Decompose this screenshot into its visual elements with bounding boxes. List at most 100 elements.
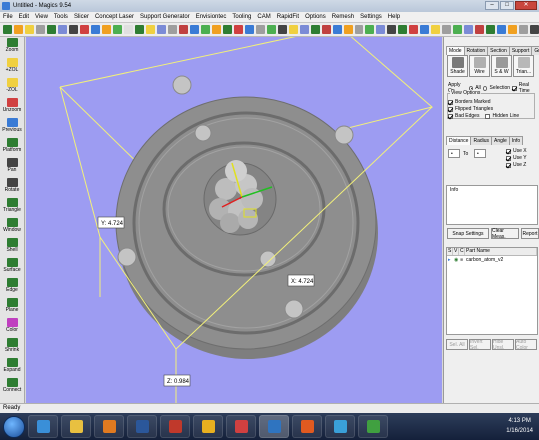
hidden-line-checkbox[interactable]: [485, 113, 491, 119]
taskbar-app-button[interactable]: [325, 415, 355, 438]
toolbar-button-icon[interactable]: [442, 25, 452, 34]
tool-triangle-button[interactable]: Triangle: [0, 197, 24, 217]
toolbar-button-icon[interactable]: [123, 25, 133, 34]
toolbar-button-icon[interactable]: [486, 25, 496, 34]
toolbar-button-icon[interactable]: [90, 25, 100, 34]
mode-s-w-button[interactable]: S & W: [491, 55, 512, 77]
bad-edges-checkbox[interactable]: [448, 113, 453, 119]
maximize-button[interactable]: □: [500, 1, 514, 10]
toolbar-button-icon[interactable]: [508, 25, 518, 34]
start-button[interactable]: [3, 415, 25, 438]
tab-info[interactable]: Info: [508, 136, 524, 145]
tab-rotation[interactable]: Rotation: [463, 46, 489, 55]
tool-previous-button[interactable]: Previous: [0, 117, 24, 137]
real-time-checkbox[interactable]: [512, 85, 517, 91]
toolbar-button-icon[interactable]: [464, 25, 474, 34]
toolbar-button-icon[interactable]: [3, 25, 12, 34]
toolbar-button-icon[interactable]: [332, 25, 342, 34]
toolbar-button-icon[interactable]: [233, 25, 243, 34]
toolbar-button-icon[interactable]: [79, 25, 89, 34]
toolbar-button-icon[interactable]: [343, 25, 353, 34]
use-z-checkbox[interactable]: [506, 162, 511, 168]
menu-file[interactable]: File: [3, 14, 13, 20]
menu-support-generator[interactable]: Support Generator: [140, 14, 190, 20]
toolbar-button-icon[interactable]: [376, 25, 386, 34]
tool-rotate-button[interactable]: Rotate: [0, 177, 24, 197]
menu-slicer[interactable]: Slicer: [74, 14, 89, 20]
tool-window-button[interactable]: Window: [0, 217, 24, 237]
tool-platform-button[interactable]: Platform: [0, 137, 24, 157]
toolbar-button-icon[interactable]: [310, 25, 320, 34]
auto-color-button[interactable]: Auto Color: [515, 339, 537, 351]
menu-edit[interactable]: Edit: [19, 14, 29, 20]
tool-shrink-button[interactable]: Shrink: [0, 337, 24, 357]
system-clock[interactable]: 4:13 PM 1/16/2014: [506, 416, 533, 436]
toolbar-button-icon[interactable]: [57, 25, 67, 34]
tab-support[interactable]: Support: [508, 46, 533, 55]
toolbar-button-icon[interactable]: [530, 25, 539, 34]
menu-remesh[interactable]: Remesh: [332, 14, 354, 20]
electron-sphere-5[interactable]: [259, 250, 277, 268]
menu-cam[interactable]: CAM: [257, 14, 270, 20]
toolbar-button-icon[interactable]: [398, 25, 408, 34]
toolbar-button-icon[interactable]: [519, 25, 529, 34]
from-snap-dropdown[interactable]: •: [448, 149, 460, 158]
tool-color-button[interactable]: Color: [0, 317, 24, 337]
taskbar-ie-button[interactable]: [28, 415, 58, 438]
toolbar-button-icon[interactable]: [46, 25, 56, 34]
tab-section[interactable]: Section: [487, 46, 510, 55]
toolbar-button-icon[interactable]: [200, 25, 210, 34]
toolbar-button-icon[interactable]: [255, 25, 265, 34]
electron-sphere-1[interactable]: [172, 75, 192, 95]
toolbar-button-icon[interactable]: [475, 25, 485, 34]
toolbar-button-icon[interactable]: [156, 25, 166, 34]
menu-help[interactable]: Help: [388, 14, 400, 20]
menu-view[interactable]: View: [35, 14, 48, 20]
menu-settings[interactable]: Settings: [360, 14, 382, 20]
menu-tools[interactable]: Tools: [54, 14, 68, 20]
tool-shell-button[interactable]: Shell: [0, 237, 24, 257]
flipped-triangles-checkbox[interactable]: [448, 106, 453, 112]
toolbar-button-icon[interactable]: [420, 25, 430, 34]
tool-pan-button[interactable]: Pan: [0, 157, 24, 177]
toolbar-button-icon[interactable]: [299, 25, 309, 34]
tool-connect-button[interactable]: Connect: [0, 377, 24, 397]
electron-sphere-4[interactable]: [117, 247, 137, 267]
taskbar-media2-button[interactable]: [292, 415, 322, 438]
toolbar-button-icon[interactable]: [321, 25, 331, 34]
toolbar-button-icon[interactable]: [288, 25, 298, 34]
electron-sphere-6[interactable]: [284, 299, 304, 319]
taskbar-paint-button[interactable]: [226, 415, 256, 438]
menu-options[interactable]: Options: [305, 14, 326, 20]
apply-selection-radio[interactable]: [482, 85, 488, 91]
toolbar-button-icon[interactable]: [453, 25, 463, 34]
mode-trian-button[interactable]: Trian...: [513, 55, 534, 77]
borders-marked-checkbox[interactable]: [448, 99, 453, 105]
tab-grid[interactable]: Grid: [531, 46, 539, 55]
tool-zoom-button[interactable]: Zoom: [0, 37, 24, 57]
toolbar-button-icon[interactable]: [13, 25, 23, 34]
to-snap-dropdown[interactable]: •: [474, 149, 486, 158]
tab-angle[interactable]: Angle: [491, 136, 510, 145]
tool-zol-button[interactable]: -ZOL: [0, 77, 24, 97]
table-row[interactable]: ▸ ◉ ■ carbon_atom_v2: [447, 256, 537, 264]
tool-edge-button[interactable]: Edge: [0, 277, 24, 297]
toolbar-button-icon[interactable]: [178, 25, 188, 34]
tool-zol-button[interactable]: +ZOL: [0, 57, 24, 77]
taskbar-chrome-button[interactable]: [193, 415, 223, 438]
tool-surface-button[interactable]: Surface: [0, 257, 24, 277]
minimize-button[interactable]: –: [485, 1, 499, 10]
toolbar-button-icon[interactable]: [387, 25, 397, 34]
toolbar-button-icon[interactable]: [211, 25, 221, 34]
toolbar-button-icon[interactable]: [497, 25, 507, 34]
mode-wire-button[interactable]: Wire: [469, 55, 490, 77]
toolbar-button-icon[interactable]: [354, 25, 364, 34]
clear-measurements-button[interactable]: Clear Meas.: [491, 228, 519, 240]
taskbar-pdf-button[interactable]: [160, 415, 190, 438]
sel-all-button[interactable]: Sel. All: [446, 339, 468, 350]
electron-sphere-2[interactable]: [334, 125, 354, 145]
hide-unsl-button[interactable]: Hide Unsl.: [492, 339, 514, 351]
toolbar-button-icon[interactable]: [167, 25, 177, 34]
taskbar-magics-button[interactable]: [259, 415, 289, 438]
toolbar-button-icon[interactable]: [101, 25, 111, 34]
